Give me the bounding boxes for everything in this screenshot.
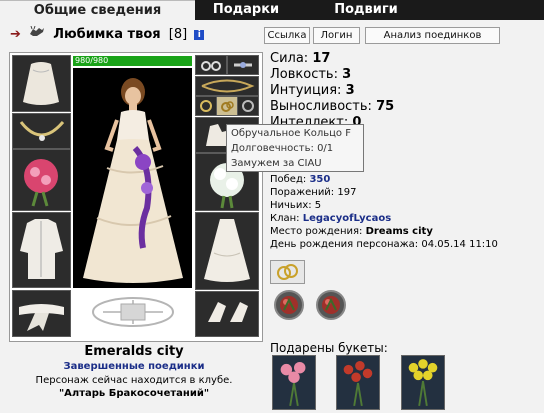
wins-row: Побед: 350 (270, 174, 331, 185)
birthday-row: День рождения персонажа: 04.05.14 11:10 (270, 239, 498, 250)
draws-row: Ничьих: 5 (270, 200, 322, 211)
slot-boots[interactable] (195, 291, 259, 337)
tooltip-married: Замужем за CIAU (231, 158, 322, 169)
slot-belt[interactable] (12, 290, 71, 337)
character-nick: Любимка твоя (53, 27, 161, 42)
character-title: ➔ Любимка твоя [8] i (10, 25, 205, 44)
tooltip-durability: Долговечность: 0/1 (231, 143, 334, 154)
info-icon[interactable]: i (194, 29, 205, 40)
city-name: Emeralds city (84, 344, 184, 359)
red-orb-icon-2[interactable] (316, 290, 346, 320)
slot-legs[interactable] (195, 212, 259, 290)
tab-gifts[interactable]: Подарки (196, 0, 296, 20)
bouquets-title: Подарены букеты: (270, 341, 388, 355)
location-status: Персонаж сейчас находится в клубе. (35, 375, 233, 386)
stat-agility: Ловкость: 3 (270, 67, 352, 82)
bouquet-icon-3[interactable] (401, 355, 445, 410)
tab-general[interactable]: Общие сведения (0, 0, 195, 21)
clan-link[interactable]: LegacyofLycaos (303, 213, 391, 224)
tooltip-item-name: Обручальное Кольцо F (231, 128, 351, 139)
battle-analysis-button[interactable]: Анализ поединков (365, 27, 500, 44)
wedding-ring-icon[interactable] (270, 260, 305, 284)
login-button[interactable]: Логин (313, 27, 360, 44)
red-orb-icon[interactable] (274, 290, 304, 320)
arrow-right-icon: ➔ (10, 27, 21, 42)
emblem-icon (73, 292, 192, 332)
tab-feats[interactable]: Подвиги (296, 0, 436, 20)
finished-battles-link[interactable]: Завершенные поединки (10, 361, 258, 372)
stat-strength: Сила: 17 (270, 51, 331, 66)
birthplace-row: Место рождения: Dreams city (270, 226, 433, 237)
slot-earrings-2[interactable] (227, 55, 259, 75)
stat-endurance: Выносливость: 75 (270, 99, 395, 114)
stats-block: Сила: 17 Ловкость: 3 Интуиция: 3 Выносли… (270, 51, 394, 131)
hp-bar: 980/980 (73, 56, 192, 66)
stat-intuition: Интуиция: 3 (270, 83, 355, 98)
clan-row: Клан: LegacyofLycaos (270, 213, 392, 224)
bouquet-icon[interactable] (272, 355, 316, 410)
character-level: [8] (168, 27, 188, 42)
tab-bar: Общие сведения Подарки Подвиги (0, 0, 544, 21)
slot-cloak[interactable] (12, 55, 71, 112)
character-portrait (73, 68, 192, 288)
slot-armor[interactable] (12, 212, 71, 288)
item-tooltip: Обручальное Кольцо F Долговечность: 0/1 … (226, 124, 364, 172)
slot-bracelet[interactable] (195, 76, 259, 96)
slot-necklace[interactable] (12, 113, 71, 149)
losses-row: Поражений: 197 (270, 187, 357, 198)
link-button[interactable]: Ссылка (264, 27, 310, 44)
slot-earrings[interactable] (195, 55, 227, 75)
slot-bouquet[interactable] (12, 149, 71, 211)
wins-link[interactable]: 350 (309, 174, 330, 185)
slot-ring-1[interactable] (195, 96, 217, 116)
location-room: "Алтарь Бракосочетаний" (58, 388, 210, 399)
bouquet-icon-2[interactable] (336, 355, 380, 410)
slot-ring-3[interactable] (237, 96, 259, 116)
ring-icon[interactable] (216, 96, 238, 116)
goat-icon (29, 25, 45, 41)
details-block: Побед: 350 Поражений: 197 Ничьих: 5 Клан… (270, 173, 498, 251)
